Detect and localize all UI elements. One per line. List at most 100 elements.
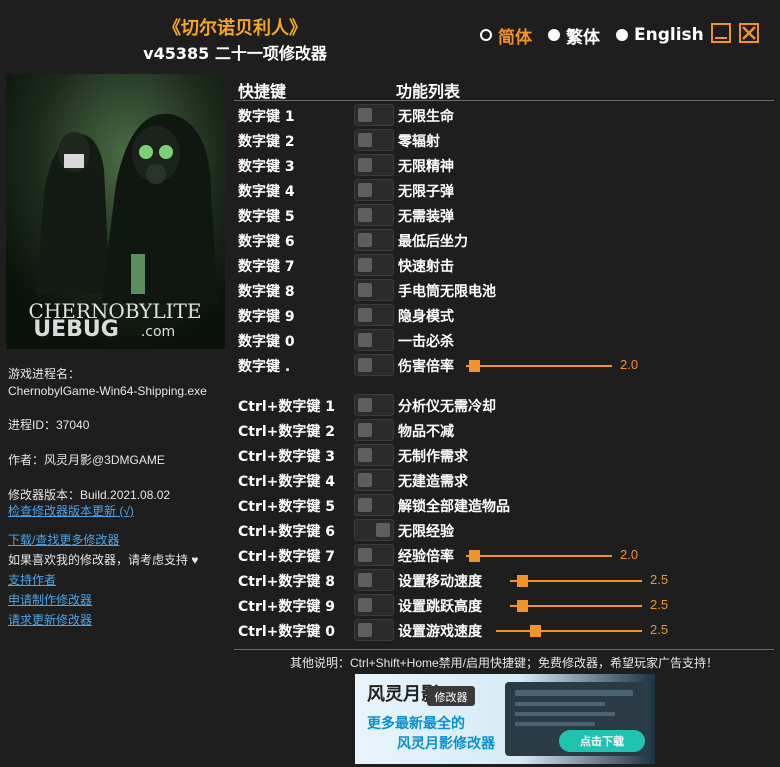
cheat-row: 数字键 6 最低后坐力: [238, 229, 778, 254]
cover-art: CHERNOBYLITE UEBUG .com: [6, 74, 225, 349]
radio-icon: [548, 29, 560, 41]
slider-thumb[interactable]: [469, 550, 481, 562]
toggle-knob: [358, 183, 372, 197]
cheat-toggle[interactable]: [354, 304, 394, 326]
slider-thumb[interactable]: [469, 360, 481, 372]
value-slider-track[interactable]: [466, 555, 612, 557]
toggle-knob: [358, 423, 372, 437]
cheat-toggle[interactable]: [354, 469, 394, 491]
slider-thumb[interactable]: [516, 600, 528, 612]
hotkey-column-header: 快捷键: [238, 82, 287, 101]
lang-simplified[interactable]: 简体: [480, 24, 532, 48]
toggle-knob: [358, 133, 372, 147]
cheat-toggle[interactable]: [354, 569, 394, 591]
support-author-link[interactable]: 支持作者: [8, 572, 56, 589]
watermark-sub: .com: [141, 324, 175, 340]
cheat-toggle[interactable]: [354, 619, 394, 641]
game-cover-image: CHERNOBYLITE UEBUG .com: [6, 74, 225, 349]
ad-banner[interactable]: 风灵月影 修改器 更多最新最全的 风灵月影修改器 点击下载: [355, 674, 655, 764]
cheat-toggle[interactable]: [354, 329, 394, 351]
cheat-toggle[interactable]: [354, 519, 394, 541]
hotkey-label: 数字键 6: [238, 234, 295, 250]
cheat-toggle[interactable]: [354, 129, 394, 151]
cheat-row: Ctrl+数字键 6 无限经验: [238, 519, 778, 544]
cheat-row: Ctrl+数字键 5 解锁全部建造物品: [238, 494, 778, 519]
hotkey-label: Ctrl+数字键 5: [238, 499, 336, 515]
function-label: 无需装弹: [398, 209, 454, 225]
cheat-toggle[interactable]: [354, 104, 394, 126]
value-slider-track[interactable]: [466, 365, 612, 367]
toggle-knob: [376, 523, 390, 537]
cheat-toggle[interactable]: [354, 204, 394, 226]
cheat-toggle[interactable]: [354, 419, 394, 441]
hotkey-label: Ctrl+数字键 2: [238, 424, 336, 440]
value-slider-track[interactable]: [510, 605, 642, 607]
minimize-button[interactable]: [711, 23, 731, 43]
cheat-row: Ctrl+数字键 1 分析仪无需冷却: [238, 394, 778, 419]
hotkey-label: 数字键 9: [238, 309, 295, 325]
cheat-toggle[interactable]: [354, 354, 394, 376]
function-label: 物品不减: [398, 424, 454, 440]
function-label: 无限精神: [398, 159, 454, 175]
slider-thumb[interactable]: [529, 625, 541, 637]
lang-traditional[interactable]: 繁体: [548, 24, 600, 48]
request-update-link[interactable]: 请求更新修改器: [8, 612, 92, 629]
process-name: ChernobylGame-Win64-Shipping.exe: [8, 384, 207, 398]
cheat-toggle[interactable]: [354, 179, 394, 201]
header-divider: [234, 100, 774, 101]
cheat-toggle[interactable]: [354, 154, 394, 176]
hotkey-label: Ctrl+数字键 0: [238, 624, 336, 640]
function-label: 最低后坐力: [398, 234, 468, 250]
cheat-toggle[interactable]: [354, 444, 394, 466]
radio-selected-icon: [480, 29, 492, 41]
ad-download-button[interactable]: 点击下载: [580, 734, 624, 748]
cheat-row: 数字键 3 无限精神: [238, 154, 778, 179]
download-more-link[interactable]: 下载/查找更多修改器: [8, 532, 119, 549]
hotkey-label: 数字键 8: [238, 284, 295, 300]
function-label: 隐身模式: [398, 309, 454, 325]
toggle-knob: [358, 108, 372, 122]
cheat-toggle[interactable]: [354, 279, 394, 301]
cheat-toggle[interactable]: [354, 544, 394, 566]
cheat-row: Ctrl+数字键 9 设置跳跃高度 2.5: [238, 594, 778, 619]
cheat-toggle[interactable]: [354, 494, 394, 516]
toggle-knob: [358, 448, 372, 462]
request-trainer-link[interactable]: 申请制作修改器: [8, 592, 92, 609]
toggle-knob: [358, 358, 372, 372]
cheat-row: Ctrl+数字键 8 设置移动速度 2.5: [238, 569, 778, 594]
lang-label: English: [634, 25, 704, 45]
process-label: 游戏进程名：: [8, 367, 81, 381]
toggle-knob: [358, 623, 372, 637]
function-label: 无限经验: [398, 524, 454, 540]
support-text-label: 如果喜欢我的修改器，请考虑支持: [8, 553, 189, 567]
cheat-toggle[interactable]: [354, 254, 394, 276]
cheat-row: 数字键 8 手电筒无限电池: [238, 279, 778, 304]
slider-value: 2.0: [620, 547, 639, 562]
support-text: 如果喜欢我的修改器，请考虑支持 ♥: [8, 552, 198, 569]
slider-thumb[interactable]: [516, 575, 528, 587]
value-slider-track[interactable]: [496, 630, 642, 632]
function-label: 零辐射: [398, 134, 440, 150]
cheat-toggle[interactable]: [354, 394, 394, 416]
value-slider-track[interactable]: [510, 580, 642, 582]
toggle-knob: [358, 333, 372, 347]
check-update-link[interactable]: 检查修改器版本更新 (√): [8, 503, 134, 520]
hotkey-label: Ctrl+数字键 6: [238, 524, 336, 540]
title-bar: 《切尔诺贝利人》 v45385 二十一项修改器 简体 繁体 English: [0, 0, 780, 70]
function-label: 无限生命: [398, 109, 454, 125]
cheat-toggle[interactable]: [354, 229, 394, 251]
cheat-row: 数字键 5 无需装弹: [238, 204, 778, 229]
cheat-toggle[interactable]: [354, 594, 394, 616]
toggle-knob: [358, 573, 372, 587]
heart-icon: ♥: [191, 553, 199, 567]
function-label: 解锁全部建造物品: [398, 499, 510, 515]
toggle-knob: [358, 548, 372, 562]
close-button[interactable]: [739, 23, 759, 43]
lang-english[interactable]: English: [616, 24, 704, 46]
cheat-row: 数字键 1 无限生命: [238, 104, 778, 129]
hotkey-label: 数字键 0: [238, 334, 295, 350]
footer-note: 其他说明：Ctrl+Shift+Home禁用/启用快捷键；免费修改器，希望玩家广…: [289, 656, 719, 670]
trainer-version: 修改器版本：Build.2021.08.02: [8, 488, 171, 502]
hotkey-label: 数字键 7: [238, 259, 295, 275]
function-label: 手电筒无限电池: [398, 284, 496, 300]
